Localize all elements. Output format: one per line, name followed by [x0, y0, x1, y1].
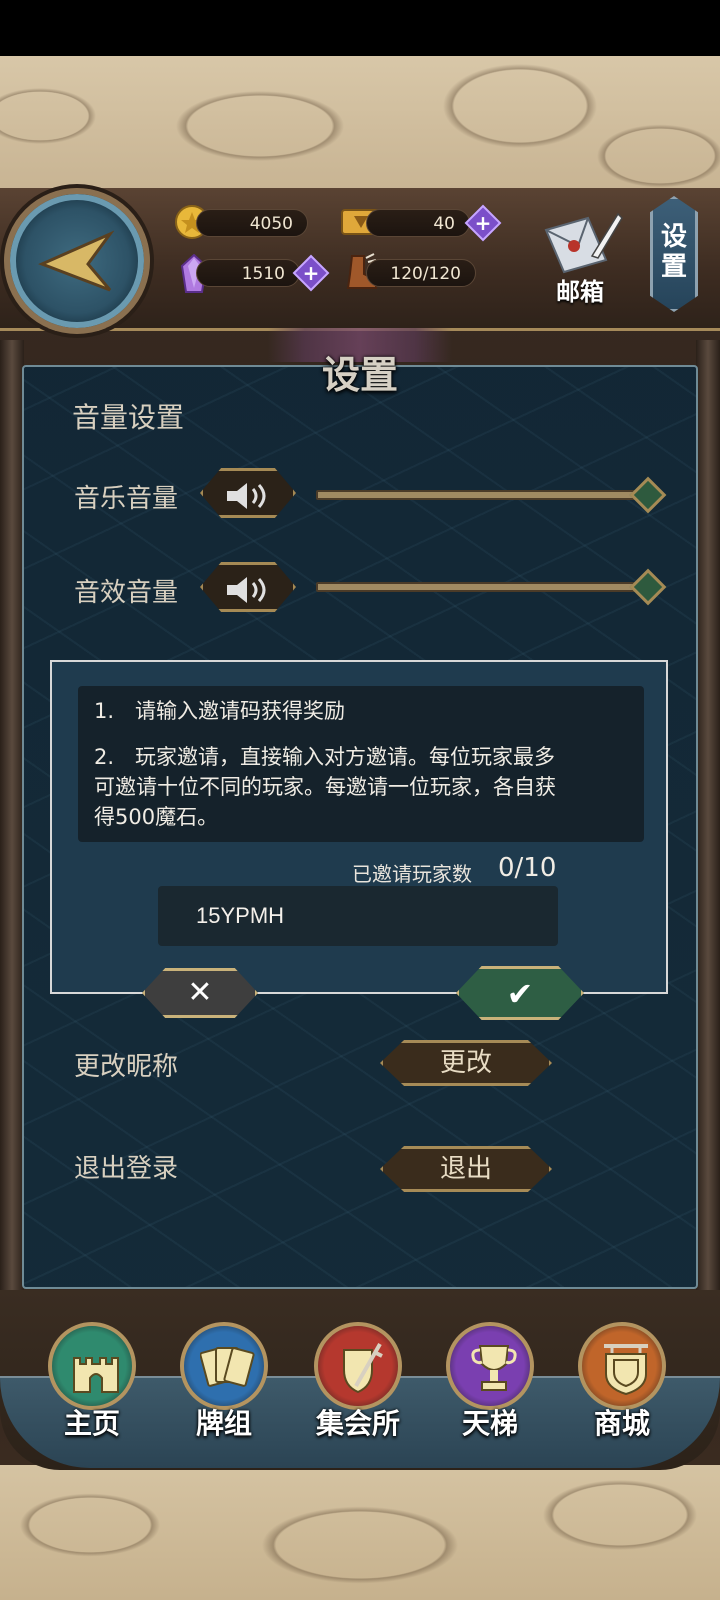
change-nickname-button[interactable]: 更改 — [380, 1040, 552, 1086]
change-nickname-label: 更改昵称 — [74, 1052, 179, 1082]
nav-label-home: 主页 — [63, 1407, 120, 1440]
nav-label-ladder: 天梯 — [461, 1407, 518, 1440]
nav-label-shop: 商城 — [593, 1407, 650, 1440]
stamina-amount: 120/120 — [366, 259, 476, 287]
cards-icon — [180, 1322, 268, 1410]
speaker-icon — [227, 483, 266, 509]
invite-code-input[interactable]: 15YPMH — [158, 886, 558, 946]
invited-players-count: 0/10 — [498, 853, 557, 883]
nav-label-deck: 牌组 — [195, 1407, 252, 1440]
gold-amount: 4050 — [196, 209, 308, 237]
instruction-line-3: 可邀请十位不同的玩家。每邀请一位玩家，各自获 — [94, 775, 556, 799]
invited-players-label: 已邀请玩家数 — [352, 862, 472, 886]
settings-tab-text: 设置 — [660, 222, 687, 282]
gem-amount: 1510 — [196, 259, 300, 287]
nav-item-ladder[interactable]: 天梯 — [440, 1322, 540, 1452]
back-button[interactable] — [4, 188, 150, 334]
ticket-amount: 40 — [366, 209, 470, 237]
back-arrow-icon — [38, 230, 114, 292]
speaker-icon — [227, 577, 266, 603]
right-side-decoration — [696, 340, 720, 1320]
nav-label-guild: 集会所 — [315, 1407, 400, 1440]
confirm-button[interactable]: ✔ — [456, 966, 584, 1020]
nav-item-home[interactable]: 主页 — [42, 1322, 142, 1452]
logout-label: 退出登录 — [74, 1154, 179, 1184]
nav-item-deck[interactable]: 牌组 — [174, 1322, 274, 1452]
castle-icon — [48, 1322, 136, 1410]
settings-tab-label: 设置 — [650, 222, 698, 282]
decorative-cloud-background-bottom — [0, 1465, 720, 1600]
mailbox-label: 邮箱 — [556, 278, 604, 306]
panel-title: 设置 — [321, 353, 398, 397]
nav-item-guild[interactable]: 集会所 — [308, 1322, 408, 1452]
close-icon: ✕ — [187, 975, 213, 1010]
instruction-line-1: 1. 请输入邀请码获得奖励 — [94, 699, 346, 723]
decorative-cloud-background-top — [0, 56, 720, 191]
volume-section-heading: 音量设置 — [72, 401, 185, 434]
instruction-line-4: 得500魔石。 — [94, 805, 219, 829]
cancel-button[interactable]: ✕ — [142, 968, 258, 1018]
logout-button[interactable]: 退出 — [380, 1146, 552, 1192]
shop-sign-icon — [578, 1322, 666, 1410]
trophy-icon — [446, 1322, 534, 1410]
sfx-volume-label: 音效音量 — [74, 578, 179, 608]
mail-envelope-icon — [544, 212, 623, 274]
left-side-decoration — [0, 340, 24, 1320]
sfx-volume-slider[interactable] — [316, 582, 648, 592]
nav-item-shop[interactable]: 商城 — [572, 1322, 672, 1452]
music-volume-slider[interactable] — [316, 490, 648, 500]
shield-sword-icon — [314, 1322, 402, 1410]
status-bar — [0, 0, 720, 56]
music-volume-label: 音乐音量 — [74, 484, 179, 514]
instruction-line-2: 2. 玩家邀请，直接输入对方邀请。每位玩家最多 — [94, 745, 556, 769]
checkmark-icon: ✔ — [506, 975, 534, 1013]
